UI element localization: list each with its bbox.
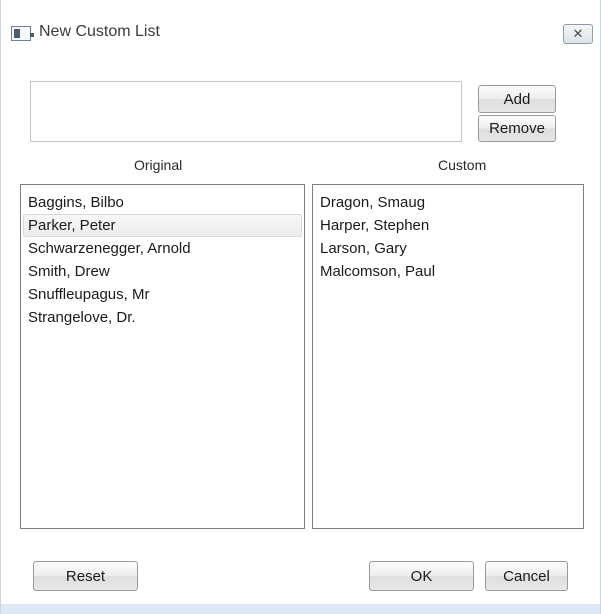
title-bar[interactable]: New Custom List ✕ — [1, 0, 600, 52]
close-button[interactable]: ✕ — [563, 24, 593, 44]
close-icon: ✕ — [572, 26, 584, 42]
custom-list-item[interactable]: Malcomson, Paul — [315, 260, 581, 283]
ok-button[interactable]: OK — [369, 561, 474, 591]
custom-list-item[interactable]: Dragon, Smaug — [315, 191, 581, 214]
original-list-label: Original — [134, 157, 183, 173]
custom-list-item[interactable]: Larson, Gary — [315, 237, 581, 260]
original-list-item-selected[interactable]: Parker, Peter — [23, 214, 302, 237]
reset-button[interactable]: Reset — [33, 561, 138, 591]
window-title: New Custom List — [39, 23, 160, 40]
name-input[interactable] — [30, 81, 462, 142]
original-list-item[interactable]: Strangelove, Dr. — [23, 306, 302, 329]
window-app-icon — [11, 26, 34, 41]
add-button[interactable]: Add — [478, 85, 556, 113]
custom-list[interactable]: Dragon, Smaug Harper, Stephen Larson, Ga… — [312, 184, 584, 529]
original-list-item[interactable]: Smith, Drew — [23, 260, 302, 283]
original-list[interactable]: Baggins, Bilbo Parker, Peter Schwarzeneg… — [20, 184, 305, 529]
original-list-item[interactable]: Schwarzenegger, Arnold — [23, 237, 302, 260]
original-list-item[interactable]: Snuffleupagus, Mr — [23, 283, 302, 306]
cancel-button[interactable]: Cancel — [485, 561, 568, 591]
custom-list-item[interactable]: Harper, Stephen — [315, 214, 581, 237]
dialog-window: New Custom List ✕ Add Remove Original Cu… — [0, 0, 601, 614]
original-list-item[interactable]: Baggins, Bilbo — [23, 191, 302, 214]
custom-list-label: Custom — [438, 157, 487, 173]
remove-button[interactable]: Remove — [478, 115, 556, 142]
window-bottom-border — [1, 604, 600, 614]
